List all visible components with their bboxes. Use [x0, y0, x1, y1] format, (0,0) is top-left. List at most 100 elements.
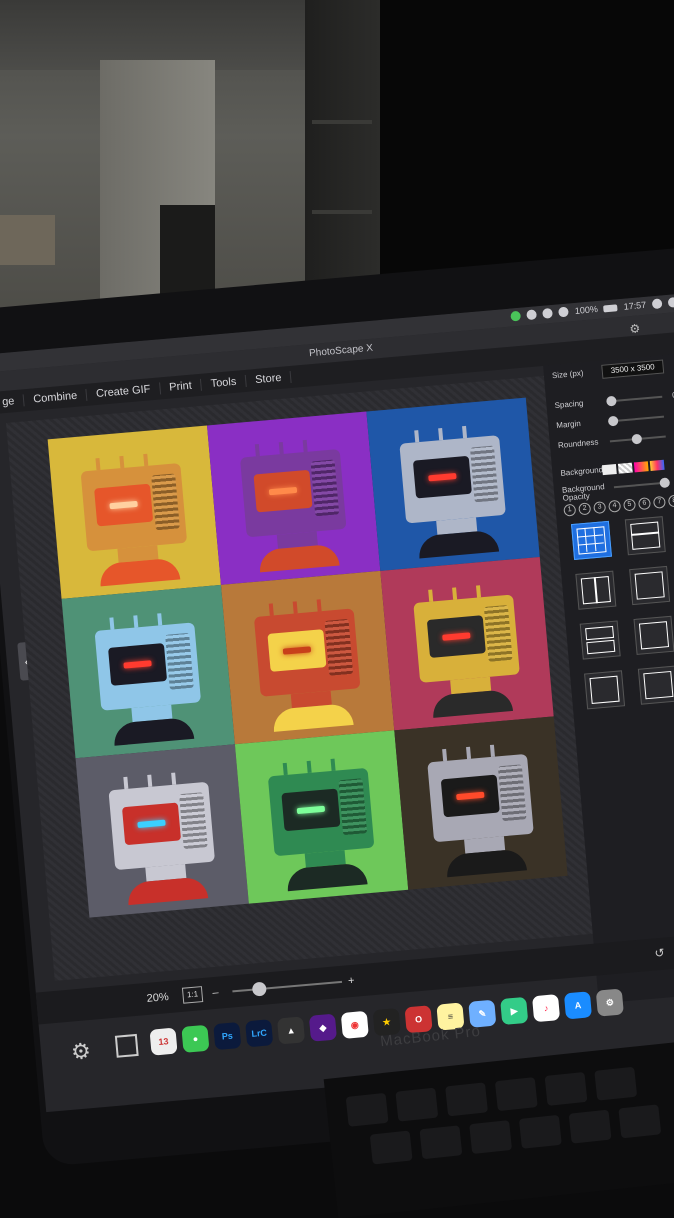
app-store-icon[interactable]: A — [564, 991, 592, 1019]
background-swatches[interactable] — [602, 460, 665, 475]
collage-tile[interactable] — [62, 585, 235, 758]
music-icon[interactable]: ♪ — [532, 994, 560, 1022]
lightroom-icon[interactable]: LrC — [245, 1019, 273, 1047]
layout-row-option[interactable] — [580, 620, 621, 659]
robot-antenna — [317, 599, 322, 611]
count-6[interactable]: 6 — [638, 497, 651, 510]
size-field[interactable]: 3500 x 3500 — [601, 359, 664, 378]
robot-head — [254, 608, 361, 696]
siri-icon[interactable] — [668, 297, 674, 308]
robot-side-panel — [165, 633, 194, 690]
layout-diagonal-option-2[interactable] — [638, 666, 674, 705]
tab-print[interactable]: Print — [160, 379, 203, 395]
count-5[interactable]: 5 — [623, 498, 636, 511]
margin-slider[interactable] — [608, 416, 664, 423]
crop-icon[interactable] — [115, 1034, 139, 1058]
collage-tile[interactable] — [394, 716, 567, 889]
collage-tile[interactable] — [48, 425, 221, 598]
photoshop-icon[interactable]: Ps — [213, 1022, 241, 1050]
count-8[interactable]: 8 — [668, 495, 674, 508]
clock[interactable]: 17:57 — [623, 300, 646, 312]
robot-eye — [269, 487, 297, 495]
spacing-slider[interactable] — [606, 396, 662, 403]
background-opacity-slider[interactable] — [614, 481, 670, 488]
robot-antenna — [490, 745, 495, 757]
count-1[interactable]: 1 — [563, 504, 576, 517]
robot-antenna — [428, 589, 433, 601]
robot-antenna — [123, 777, 128, 789]
robot-eye — [137, 820, 165, 828]
layout-2x3-option[interactable] — [625, 516, 666, 555]
robot-antenna — [442, 749, 447, 761]
system-preferences-icon[interactable]: ⚙ — [596, 988, 624, 1016]
swatch-white[interactable] — [602, 464, 617, 475]
robot-face — [427, 615, 486, 658]
layout-stack-option[interactable] — [634, 616, 674, 655]
pixel-app-icon[interactable]: ◆ — [309, 1014, 337, 1042]
swatch-gradient-2[interactable] — [650, 460, 665, 471]
robot-antenna — [331, 759, 336, 771]
tab-create-gif[interactable]: Create GIF — [87, 382, 161, 400]
zoom-slider[interactable] — [232, 981, 342, 993]
air-conditioner — [0, 215, 55, 265]
tab-page[interactable]: ge — [0, 394, 25, 409]
swatch-gradient[interactable] — [634, 461, 649, 472]
robot-antenna — [95, 458, 100, 470]
bluetooth-icon[interactable] — [543, 308, 554, 319]
shelf — [312, 120, 372, 124]
count-7[interactable]: 7 — [653, 496, 666, 509]
zoom-in-button[interactable]: + — [348, 975, 355, 988]
layout-diagonal-option[interactable] — [584, 670, 625, 709]
settings-gear-icon[interactable]: ⚙ — [70, 1038, 92, 1066]
robot-head — [427, 754, 534, 842]
zoom-level[interactable]: 20% — [146, 991, 169, 1005]
wifi-icon[interactable] — [558, 307, 569, 318]
robot-antenna — [255, 444, 260, 456]
chrome-icon[interactable]: ◉ — [341, 1011, 369, 1039]
collage-tile[interactable] — [221, 571, 394, 744]
robot-side-panel — [498, 764, 527, 821]
tab-combine[interactable]: Combine — [24, 389, 88, 406]
collage-tile[interactable] — [76, 744, 249, 917]
footer-actions: ↺ ↻ ⇋ — [654, 942, 674, 960]
roundness-slider[interactable] — [610, 436, 666, 443]
robot-body — [99, 557, 181, 586]
messenger-icon[interactable] — [527, 309, 538, 320]
layout-2x2-option[interactable] — [575, 571, 616, 610]
robot-antenna — [283, 763, 288, 775]
line-icon[interactable] — [511, 311, 522, 322]
robot-antenna — [452, 587, 457, 599]
tab-store[interactable]: Store — [246, 371, 292, 387]
zoom-out-button[interactable]: – — [212, 987, 219, 999]
robot-antenna — [466, 747, 471, 759]
rotate-left-icon[interactable]: ↺ — [654, 946, 665, 961]
laptop-screen: 100% 17:57 PhotoScape X ⚙ ge Combine Cre… — [0, 292, 674, 1112]
tab-tools[interactable]: Tools — [201, 375, 247, 391]
calendar-icon[interactable]: 13 — [149, 1028, 177, 1056]
robot-eye — [109, 501, 137, 509]
count-3[interactable]: 3 — [593, 501, 606, 514]
count-4[interactable]: 4 — [608, 500, 621, 513]
robot-body — [113, 717, 195, 746]
robot-eye — [442, 632, 470, 640]
layout-3x3-option[interactable] — [571, 521, 612, 560]
robot-head — [268, 768, 375, 856]
collage-tile[interactable] — [207, 412, 380, 585]
collage-tile[interactable] — [380, 557, 553, 730]
battery-icon[interactable] — [603, 304, 618, 312]
search-icon[interactable] — [652, 298, 663, 309]
robot-face — [413, 456, 472, 499]
swatch-pattern[interactable] — [618, 463, 633, 474]
robot-face — [441, 775, 500, 818]
count-2[interactable]: 2 — [578, 502, 591, 515]
collage-tile[interactable] — [235, 730, 408, 903]
battery-percent: 100% — [574, 304, 598, 316]
layout-1x2-option[interactable] — [629, 566, 670, 605]
facetime-icon[interactable]: ▶ — [500, 997, 528, 1025]
collage-tile[interactable] — [366, 398, 539, 571]
actual-size-button[interactable]: 1:1 — [182, 986, 203, 1004]
line-app-icon[interactable]: ● — [181, 1025, 209, 1053]
collage-canvas[interactable] — [6, 376, 593, 981]
preview-icon[interactable]: ▲ — [277, 1016, 305, 1044]
robot-face — [122, 802, 181, 845]
